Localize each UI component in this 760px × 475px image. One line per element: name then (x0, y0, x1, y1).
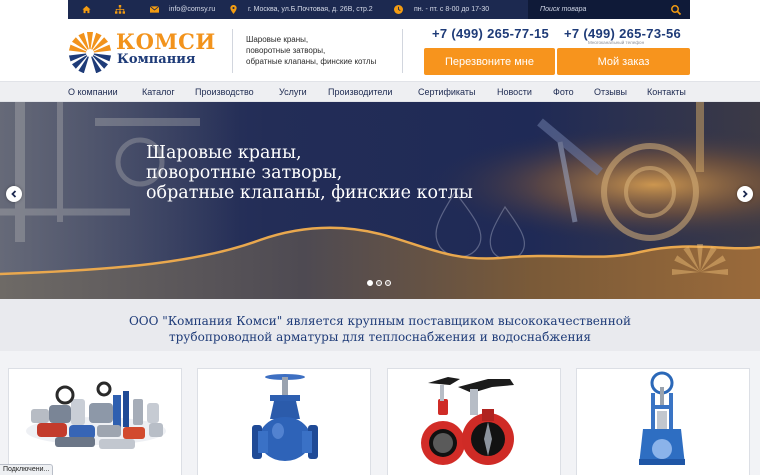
nav-item-catalog[interactable]: Каталог (142, 82, 175, 102)
ball-valves-card[interactable] (8, 368, 182, 475)
search-icon (671, 5, 682, 16)
hero-title-line-3: обратные клапаны, финские котлы (146, 183, 473, 203)
tagline-line-3: обратные клапаны, финские котлы (246, 57, 377, 66)
butterfly-valve-image (421, 377, 514, 465)
search-input[interactable] (540, 6, 660, 13)
callback-button[interactable]: Перезвоните мне (424, 48, 555, 75)
search-box (528, 0, 690, 19)
brand-line-1: КОМСИ (116, 29, 216, 54)
top-bar-inner: info@comsy.ru г. Москва, ул.Б.Почтовая, … (68, 0, 690, 19)
intro-line-2: трубопроводной арматуры для теплоснабжен… (168, 330, 592, 344)
hero-title: Шаровые краны, поворотные затворы, обрат… (146, 143, 473, 203)
slider-prev-button[interactable] (6, 186, 22, 202)
header-tagline: Шаровые краны, поворотные затворы, обрат… (246, 34, 396, 67)
slider-dots (367, 280, 391, 286)
hours-text: пн. - пт. с 8-00 до 17-30 (414, 6, 490, 13)
knife-gate-valve-image (639, 371, 685, 465)
nav-item-about[interactable]: О компании (68, 82, 118, 102)
email-text[interactable]: info@comsy.ru (169, 6, 215, 13)
slider-next-button[interactable] (737, 186, 753, 202)
header-divider (232, 29, 233, 73)
phone-2[interactable]: +7 (499) 265-73-56 (564, 26, 681, 41)
nav-item-news[interactable]: Новости (497, 82, 532, 102)
top-bar: info@comsy.ru г. Москва, ул.Б.Почтовая, … (0, 0, 760, 19)
chevron-right-icon (742, 190, 748, 198)
company-logo[interactable] (68, 29, 112, 73)
tagline-line-2: поворотные затворы, (246, 46, 326, 55)
search-button[interactable] (670, 3, 682, 16)
hero-title-line-1: Шаровые краны, (146, 143, 302, 163)
nav-item-photo[interactable]: Фото (553, 82, 574, 102)
hero-slider: Шаровые краны, поворотные затворы, обрат… (0, 102, 760, 299)
site-header: КОМСИ Компания Шаровые краны, поворотные… (0, 19, 760, 81)
knife-gate-valve-card[interactable] (576, 368, 750, 475)
tagline-line-1: Шаровые краны, (246, 35, 309, 44)
nav-item-certificates[interactable]: Сертификаты (418, 82, 475, 102)
intro-section: ООО "Компания Комси" является крупным по… (0, 299, 760, 351)
address-text: г. Москва, ул.Б.Почтовая, д. 26В, стр.2 (248, 6, 373, 13)
intro-text: ООО "Компания Комси" является крупным по… (0, 313, 760, 345)
home-icon[interactable] (68, 0, 104, 19)
brand-line-2: Компания (117, 52, 196, 67)
location-pin-icon (230, 5, 237, 14)
nav-item-contacts[interactable]: Контакты (647, 82, 686, 102)
hours-item: пн. - пт. с 8-00 до 17-30 (394, 0, 530, 19)
nav-item-production[interactable]: Производство (195, 82, 254, 102)
browser-status-bar: Подключени... (0, 464, 54, 475)
hero-title-line-2: поворотные затворы, (146, 163, 343, 183)
header-divider-2 (402, 29, 403, 73)
ball-valves-image (26, 381, 166, 449)
globe-valve-image (252, 374, 318, 461)
envelope-icon (150, 6, 159, 13)
nav-item-reviews[interactable]: Отзывы (594, 82, 627, 102)
nav-item-services[interactable]: Услуги (279, 82, 307, 102)
chevron-left-icon (11, 190, 17, 198)
phone-1[interactable]: +7 (499) 265-77-15 (432, 26, 549, 41)
sitemap-icon[interactable] (104, 0, 136, 19)
nav-item-manufacturers[interactable]: Производители (328, 82, 392, 102)
butterfly-valve-card[interactable] (387, 368, 561, 475)
phone-2-note: Многоканальный телефон (588, 40, 645, 45)
intro-line-1: ООО "Компания Комси" является крупным по… (128, 314, 632, 328)
address-item: г. Москва, ул.Б.Почтовая, д. 26В, стр.2 (226, 0, 394, 19)
my-order-button[interactable]: Мой заказ (557, 48, 690, 75)
slider-dot-1[interactable] (367, 280, 373, 286)
main-nav: О компании Каталог Производство Услуги П… (0, 81, 760, 102)
slider-dot-2[interactable] (376, 280, 382, 286)
globe-valve-card[interactable] (197, 368, 371, 475)
email-item[interactable]: info@comsy.ru (136, 0, 226, 19)
clock-icon (394, 5, 403, 14)
page: info@comsy.ru г. Москва, ул.Б.Почтовая, … (0, 0, 760, 475)
brand-name[interactable]: КОМСИ Компания (116, 31, 216, 67)
product-cards (0, 351, 760, 475)
slider-dot-3[interactable] (385, 280, 391, 286)
